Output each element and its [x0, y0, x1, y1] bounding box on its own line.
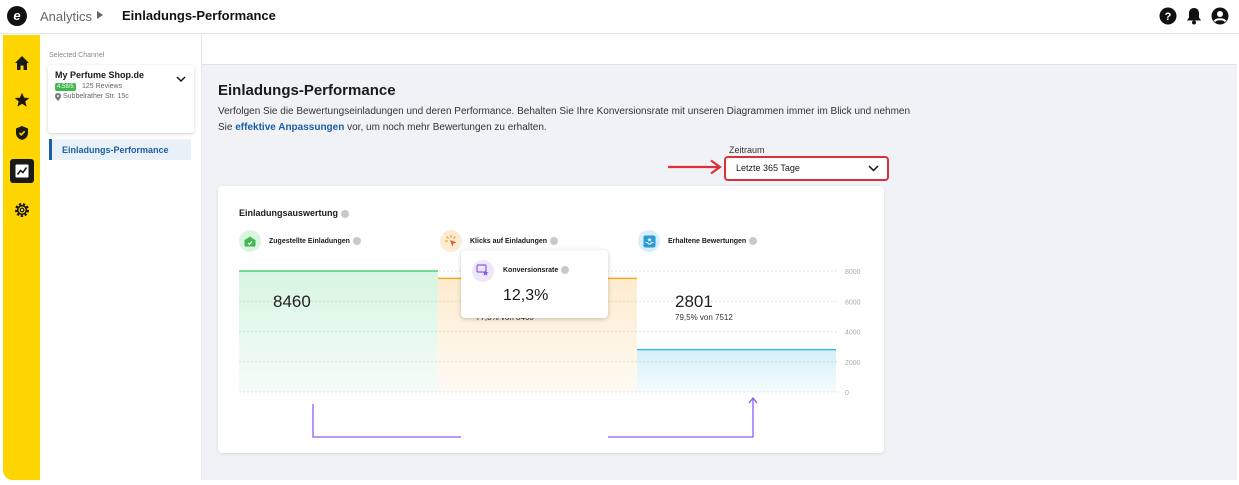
y-tick-label: 0: [845, 390, 849, 397]
timeframe-label: Zeitraum: [729, 145, 765, 155]
chevron-down-icon[interactable]: [176, 70, 186, 88]
conversion-star-icon: [472, 260, 494, 282]
funnel-bar: [637, 349, 836, 392]
channel-sidebar: Selected Channel My Perfume Shop.de 4.58…: [40, 35, 202, 480]
top-bar: e Analytics Einladungs-Performance ?: [0, 0, 1239, 34]
bell-icon[interactable]: [1185, 7, 1203, 25]
page-description: Verfolgen Sie die Bewertungseinladungen …: [218, 104, 918, 136]
review-count: 125 Reviews: [82, 83, 123, 90]
star-icon[interactable]: [10, 88, 34, 112]
help-icon[interactable]: ?: [1159, 7, 1177, 25]
sidebar-item-einladungs-performance[interactable]: Einladungs-Performance: [49, 139, 191, 160]
shield-icon[interactable]: [10, 121, 34, 145]
breadcrumb-analytics[interactable]: Analytics: [40, 9, 92, 24]
funnel-bar: [239, 271, 438, 392]
svg-text:?: ?: [1165, 11, 1172, 23]
rating-badge: 4.58/5: [55, 83, 76, 91]
timeframe-value: Letzte 365 Tage: [736, 163, 800, 173]
channel-name: My Perfume Shop.de: [55, 70, 145, 80]
metric-value: 8460: [273, 292, 311, 311]
breadcrumb-separator-icon: [97, 11, 103, 19]
breadcrumb-current: Einladungs-Performance: [122, 8, 276, 23]
info-icon[interactable]: [561, 266, 570, 274]
description-text-end: vor, um noch mehr Bewertungen zu erhalte…: [344, 122, 547, 133]
conversion-rate-label-text: Konversionsrate: [503, 266, 559, 274]
y-tick-label: 4000: [845, 330, 861, 337]
conversion-bracket-right: [608, 399, 754, 438]
conversion-rate-card: Konversionsrate 12,3%: [461, 250, 608, 318]
location-pin-icon: [55, 93, 61, 103]
logo[interactable]: e: [7, 6, 27, 26]
timeframe-select[interactable]: Letzte 365 Tage: [724, 156, 889, 181]
page-title: Einladungs-Performance: [218, 82, 396, 99]
gear-icon[interactable]: [10, 198, 34, 222]
main-top-strip: [202, 35, 1237, 65]
channel-selector[interactable]: My Perfume Shop.de 4.58/5 125 Reviews Su…: [48, 65, 194, 133]
conversion-rate-value: 12,3%: [503, 287, 549, 304]
funnel-chart: 800060004000200008460751277,3% von 84602…: [239, 269, 861, 438]
invitation-evaluation-card: Einladungsauswertung Zugestellte Einladu…: [218, 186, 884, 453]
chevron-down-icon[interactable]: [868, 164, 879, 174]
metric-value: 2801: [675, 292, 713, 311]
conversion-rate-label: Konversionsrate: [503, 266, 570, 274]
y-tick-label: 8000: [845, 269, 861, 276]
left-rail: [3, 35, 40, 480]
chart-icon[interactable]: [10, 159, 34, 183]
channel-address: Subbelrather Str. 15c: [63, 93, 129, 100]
main-content: Einladungs-Performance Verfolgen Sie die…: [202, 35, 1237, 480]
y-tick-label: 2000: [845, 360, 861, 367]
y-tick-label: 6000: [845, 299, 861, 306]
red-arrow-annotation: [667, 159, 723, 180]
metric-subtext: 79,5% von 7512: [675, 313, 733, 322]
user-icon[interactable]: [1211, 7, 1229, 25]
home-icon[interactable]: [10, 51, 34, 75]
effective-adjustments-link[interactable]: effektive Anpassungen: [235, 122, 344, 133]
conversion-bracket-left: [312, 404, 461, 438]
selected-channel-label: Selected Channel: [49, 52, 105, 59]
